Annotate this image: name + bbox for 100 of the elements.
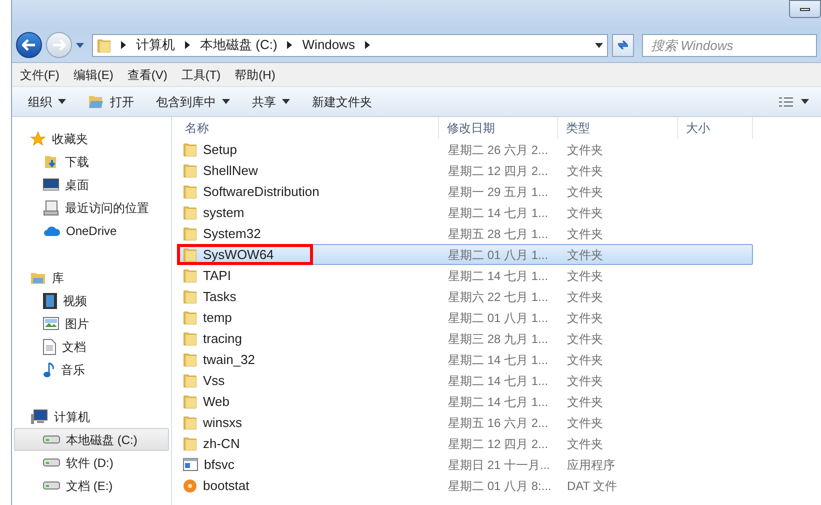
nav-group[interactable]: 库 (12, 266, 171, 289)
drive-icon (43, 435, 60, 444)
file-name: TAPI (203, 268, 231, 282)
file-name: System32 (203, 226, 261, 240)
file-row[interactable]: ShellNew 星期二 12 四月 2... 文件夹 (177, 160, 753, 181)
nav-item[interactable]: 软件 (D:) (14, 451, 169, 474)
file-row[interactable]: Web 星期二 14 七月 1... 文件夹 (177, 391, 753, 412)
file-name: zh-CN (203, 436, 240, 450)
minimize-icon (800, 8, 810, 10)
nav-group[interactable]: 计算机 (12, 405, 171, 428)
window-file-icon (183, 458, 198, 471)
caret-icon (801, 99, 809, 104)
nav-item[interactable]: 音乐 (14, 358, 169, 381)
type-cell-text: 文件夹 (566, 226, 604, 242)
date-cell-text: 星期二 14 七月 1... (447, 372, 550, 390)
nav-item[interactable]: 本地磁盘 (C:) (14, 428, 169, 451)
file-row[interactable]: TAPI 星期二 14 七月 1... 文件夹 (177, 265, 753, 286)
file-row[interactable]: bootstat 星期二 01 八月 8:... DAT 文件 (177, 475, 753, 496)
back-arrow-icon (22, 39, 36, 51)
folder-icon (183, 268, 197, 283)
refresh-icon (616, 39, 630, 51)
date-cell-text: 星期六 22 七月 1... (447, 288, 550, 306)
nav-group[interactable]: 收藏夹 (12, 127, 171, 150)
folder-icon (183, 184, 197, 199)
menu-item[interactable]: 帮助(H) (234, 66, 276, 84)
file-row[interactable]: Vss 星期二 14 七月 1... 文件夹 (177, 370, 753, 391)
menu-item[interactable]: 工具(T) (181, 66, 221, 84)
toolbar-button[interactable]: 包含到库中 (146, 90, 240, 114)
nav-item[interactable]: 图片 (14, 312, 169, 335)
caret-icon (222, 99, 230, 104)
column-header[interactable]: 修改日期 (439, 117, 558, 139)
column-header[interactable]: 名称 (177, 117, 439, 139)
type-cell-text: 文件夹 (566, 330, 604, 348)
breadcrumb-item[interactable]: 本地磁盘 (C:) (200, 35, 278, 55)
file-row[interactable]: tracing 星期三 28 九月 1... 文件夹 (177, 328, 753, 349)
folder-icon (183, 226, 197, 241)
file-name: tracing (203, 332, 242, 346)
file-row[interactable]: Tasks 星期六 22 七月 1... 文件夹 (177, 286, 753, 307)
folder-icon (183, 205, 197, 220)
breadcrumb-arrow-icon (185, 41, 190, 49)
file-name: SoftwareDistribution (203, 184, 320, 198)
star-icon (30, 130, 46, 146)
file-row[interactable]: SoftwareDistribution 星期一 29 五月 1... 文件夹 (177, 181, 753, 202)
date-cell-text: 星期二 01 八月 1... (447, 310, 550, 326)
breadcrumb-item[interactable]: Windows (302, 35, 356, 55)
file-name: Tasks (203, 290, 236, 304)
folder-icon (183, 415, 197, 430)
minimize-button[interactable] (789, 0, 821, 18)
folder-icon (183, 394, 197, 409)
folder-icon (183, 373, 197, 388)
drive-icon (43, 481, 60, 490)
folder-icon (183, 163, 197, 178)
back-button[interactable] (16, 32, 42, 58)
breadcrumb-arrow-icon (287, 41, 292, 49)
column-header[interactable]: 类型 (558, 117, 678, 139)
toolbar-button[interactable]: 打开 (78, 90, 144, 114)
recent-places-icon (43, 200, 59, 216)
search-field[interactable]: 搜索 Windows (642, 34, 817, 56)
date-cell-text: 星期五 16 六月 2... (447, 414, 550, 432)
type-cell-text: 文件夹 (566, 436, 604, 452)
nav-item[interactable]: 最近访问的位置 (14, 196, 169, 219)
date-cell-text: 星期二 14 七月 1... (447, 352, 550, 368)
file-row[interactable]: system 星期二 14 七月 1... 文件夹 (177, 202, 753, 223)
menu-item[interactable]: 编辑(E) (73, 66, 114, 84)
date-cell-text: 星期二 14 七月 1... (447, 394, 550, 410)
file-row[interactable]: temp 星期二 01 八月 1... 文件夹 (177, 307, 753, 328)
forward-arrow-icon (52, 39, 66, 51)
toolbar-button[interactable]: 共享 (242, 90, 300, 114)
date-cell-text: 星期五 28 七月 1... (447, 226, 550, 242)
folder-icon (183, 310, 197, 325)
menu-item[interactable]: 文件(F) (20, 66, 60, 84)
toolbar-button[interactable]: 新建文件夹 (302, 90, 382, 114)
type-cell-text: 文件夹 (566, 268, 604, 284)
folder-open-icon (88, 94, 104, 108)
file-row[interactable]: bfsvc 星期日 21 十一月... 应用程序 (177, 454, 753, 475)
file-name: ShellNew (203, 164, 258, 178)
file-row[interactable]: System32 星期五 28 七月 1... 文件夹 (177, 223, 753, 244)
file-row[interactable]: winsxs 星期五 16 六月 2... 文件夹 (177, 412, 753, 433)
menu-item[interactable]: 查看(V) (127, 66, 168, 84)
folder-icon (183, 247, 197, 262)
cloud-icon (43, 224, 60, 236)
address-bar[interactable]: 计算机 本地磁盘 (C:) Windows (92, 34, 608, 56)
refresh-button[interactable] (612, 34, 634, 56)
nav-item[interactable]: 文档 (E:) (14, 474, 169, 497)
folder-icon (183, 331, 197, 346)
column-header[interactable]: 大小 (678, 117, 753, 139)
file-row[interactable]: SysWOW64 星期二 01 八月 1... 文件夹 (177, 244, 753, 265)
history-caret-icon (76, 42, 84, 48)
file-row[interactable]: Setup 星期二 26 六月 2... 文件夹 (177, 139, 753, 160)
nav-item[interactable]: 视频 (14, 289, 169, 312)
file-row[interactable]: zh-CN 星期二 12 四月 2... 文件夹 (177, 433, 753, 454)
breadcrumb-arrow-icon (121, 41, 126, 49)
nav-item[interactable]: 下载 (14, 150, 169, 173)
file-row[interactable]: twain_32 星期二 14 七月 1... 文件夹 (177, 349, 753, 370)
details-view-icon (779, 96, 793, 106)
breadcrumb-item[interactable]: 计算机 (136, 35, 175, 55)
toolbar-button[interactable]: 组织 (18, 90, 76, 114)
nav-item[interactable]: 文档 (14, 335, 169, 358)
nav-item[interactable]: 桌面 (14, 173, 169, 196)
nav-item[interactable]: OneDrive (14, 219, 169, 242)
